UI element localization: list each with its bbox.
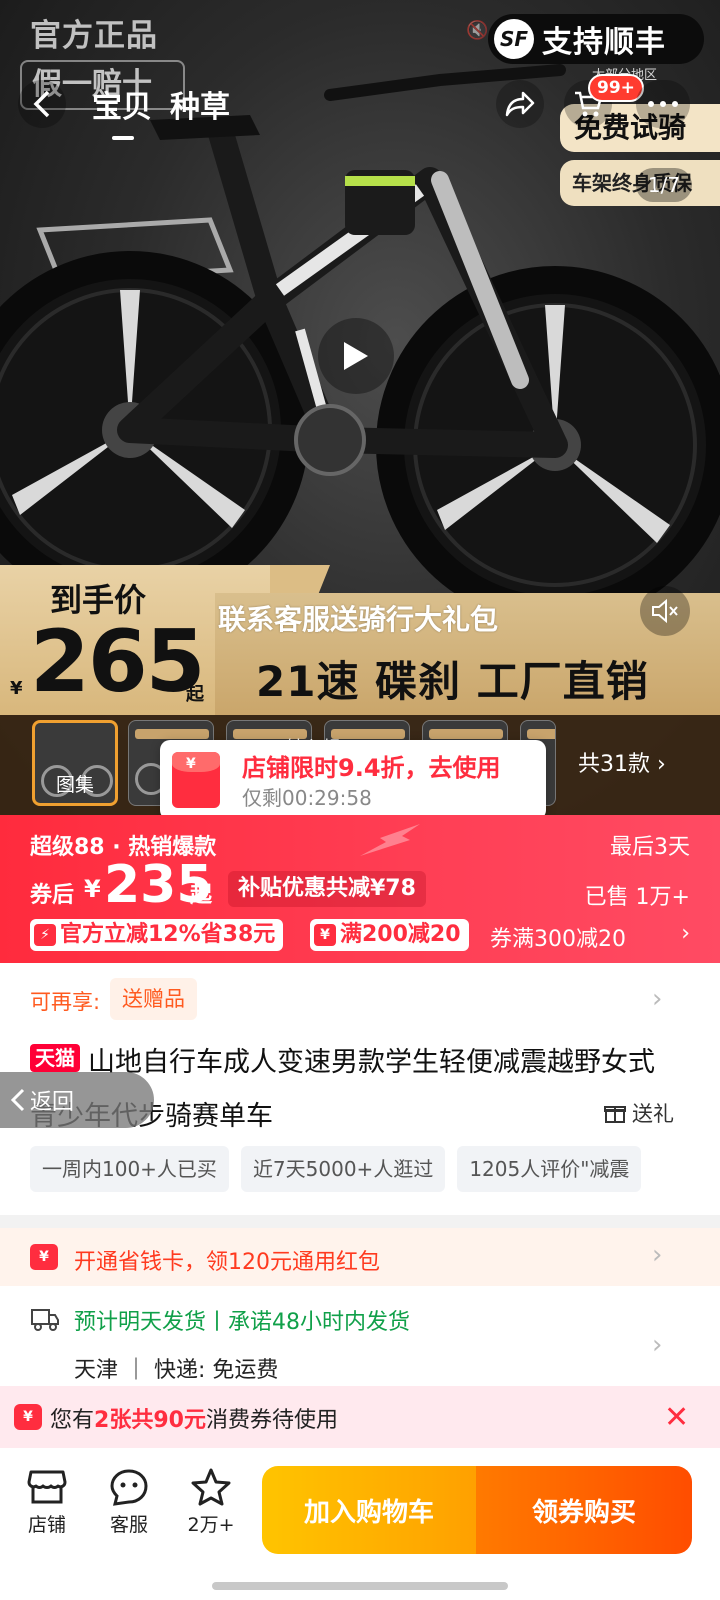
sf-express-badge: SF 支持顺丰 [488,14,704,64]
tab-grass[interactable]: 种草 [170,82,230,126]
back-button[interactable] [18,80,66,128]
tmall-badge: 天猫 [30,1044,80,1072]
chevron-left-icon [10,1088,25,1112]
overlay-text: 鲭卜超 [286,738,340,759]
coupon-icon: ¥ [314,924,336,946]
reviews-chip[interactable]: 1205人评价"减震 [457,1146,642,1192]
truck-icon [31,1309,59,1331]
red-envelope-icon: ¥ [172,752,220,808]
favorite-button[interactable]: 2万+ [176,1468,246,1537]
chevron-right-icon[interactable]: › [681,921,690,946]
shop-coupon-countdown: 仅剩00:29:58 [242,786,372,810]
promo-days-left: 最后3天 [610,835,690,860]
customer-service-button[interactable]: 客服 [94,1468,164,1537]
shipping-promise-text: 预计明天发货丨承诺48小时内发货 [74,1310,410,1335]
back-label: 返回 [30,1090,75,1115]
price-suffix: 起 [186,684,204,705]
store-label: 店铺 [27,1514,66,1536]
send-gift-button[interactable]: 送礼 [604,1098,674,1128]
sf-support-text: 支持顺丰 [542,25,666,60]
gift-icon [604,1106,626,1123]
promo-price-suffix: 起 [190,883,213,908]
send-gift-label: 送礼 [632,1102,674,1126]
home-indicator[interactable] [212,1582,508,1590]
coupon-300-text: 券满300减20 [490,927,626,952]
share-icon [505,91,535,117]
chat-face-icon [110,1469,148,1506]
tab-item[interactable]: 宝贝 [92,82,152,140]
favorites-count: 2万+ [187,1514,235,1536]
promo-currency: ¥ [84,875,101,903]
floating-back-button[interactable]: 返回 [0,1072,154,1128]
promo-specs-text: 21速 碟刹 工厂直销 [256,657,649,706]
shop-coupon-title: 店铺限时9.4折，去使用 [242,754,501,782]
total-styles-label: 共31款 [578,752,650,777]
after-coupon-label: 券后 [30,883,75,908]
add-to-cart-button[interactable]: 加入购物车 [262,1466,476,1554]
down-arrow-decoration [360,824,420,856]
chevron-right-icon[interactable]: › [652,1330,662,1360]
all-styles-link[interactable]: 共31款 › [578,746,666,778]
lightning-icon: ⚡ [34,924,56,946]
voucher-reminder-text: 您有2张共90元消费券待使用 [50,1408,338,1433]
more-menu-button[interactable] [636,80,690,128]
final-price-value: 265 [30,612,206,712]
chevron-left-icon [33,90,50,118]
shop-coupon-popup[interactable]: ¥ 店铺限时9.4折，去使用 仅剩00:29:58 [160,740,546,820]
service-label: 客服 [109,1514,148,1536]
sold-count: 已售 1万+ [584,885,690,910]
full-reduction-text: 满200减20 [340,922,461,947]
close-icon[interactable]: ✕ [664,1400,689,1435]
voucher-highlight: 2张共90元 [94,1408,206,1433]
gallery-label: 图集 [56,774,95,796]
saving-card-text: 开通省钱卡，领120元通用红包 [74,1250,380,1275]
gift-benefit-chip[interactable]: 送赠品 [110,978,197,1020]
subsidy-chip: 补贴优惠共减¥78 [228,871,426,907]
official-discount-text: 官方立减12%省38元 [60,922,276,947]
chevron-right-icon[interactable]: › [652,984,662,1014]
mute-toggle-button[interactable] [640,586,690,636]
watermark-official-genuine: 官方正品 [30,18,158,54]
saving-card-icon: ¥ [30,1244,58,1270]
shipping-location-text: 天津 ｜ 快递: 免运费 [74,1358,279,1383]
weekly-buyers-chip[interactable]: 一周内100+人已买 [30,1146,229,1192]
play-video-button[interactable] [318,318,394,394]
cart-count-badge: 99+ [588,74,644,102]
price-currency: ¥ [10,678,23,699]
full-reduction-tag: ¥ 满200减20 [310,919,469,951]
promo-gift-text: 联系客服送骑行大礼包 [218,603,499,636]
store-icon [27,1470,67,1504]
top-tabs: 宝贝 种草 [92,82,230,140]
star-icon [191,1468,231,1506]
store-button[interactable]: 店铺 [12,1468,82,1537]
buy-with-coupon-button[interactable]: 领券购买 [476,1466,692,1554]
muted-status-icon: 🔇 [466,20,489,41]
share-button[interactable] [496,80,544,128]
voucher-icon: ¥ [14,1404,42,1430]
weekly-visitors-chip[interactable]: 近7天5000+人逛过 [240,1146,446,1192]
speaker-muted-icon [652,598,678,624]
image-counter: 1/7 [636,168,692,202]
play-icon [344,342,368,370]
official-discount-tag: ⚡ 官方立减12%省38元 [30,919,284,951]
extra-benefit-label: 可再享: [30,990,101,1014]
chevron-right-icon[interactable]: › [652,1240,662,1270]
stats-row: 一周内100+人已买 近7天5000+人逛过 1205人评价"减震 [30,1146,642,1192]
sf-logo-icon: SF [494,19,534,59]
